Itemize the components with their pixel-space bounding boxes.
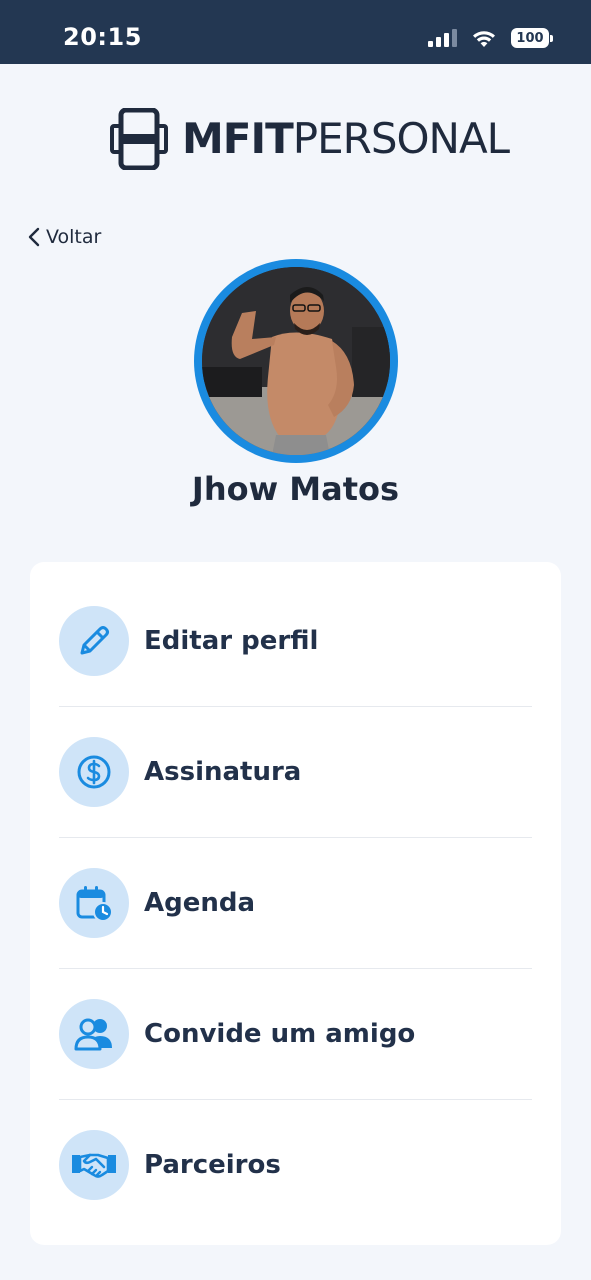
- menu-item-label: Assinatura: [144, 756, 302, 787]
- menu-icon-circle: [59, 605, 129, 676]
- avatar-ring: [194, 259, 398, 463]
- calendar-clock-icon: [76, 885, 113, 922]
- menu-icon-circle: [59, 1129, 129, 1200]
- battery-icon: 100: [511, 28, 553, 48]
- menu-icon-circle: [59, 998, 129, 1069]
- status-icons: 100: [428, 26, 553, 50]
- menu-item-subscription[interactable]: Assinatura: [59, 706, 532, 837]
- menu-item-schedule[interactable]: Agenda: [59, 837, 532, 968]
- back-button[interactable]: Voltar: [28, 226, 101, 248]
- menu-item-invite-friend[interactable]: Convide um amigo: [59, 968, 532, 1099]
- battery-level: 100: [511, 28, 549, 48]
- users-icon: [74, 1018, 112, 1050]
- brand-light: PERSONAL: [292, 114, 510, 163]
- menu-item-label: Agenda: [144, 887, 256, 918]
- menu-icon-circle: [59, 867, 129, 938]
- menu-item-label: Parceiros: [144, 1149, 281, 1180]
- menu-item-label: Editar perfil: [144, 625, 319, 656]
- handshake-icon: [72, 1153, 116, 1178]
- status-time: 20:15: [63, 23, 142, 51]
- back-label: Voltar: [46, 226, 102, 248]
- brand-logo: MFITPERSONAL: [110, 108, 510, 170]
- menu-item-partners[interactable]: Parceiros: [59, 1099, 532, 1230]
- status-bar: 20:15 100: [0, 0, 591, 64]
- brand-wordmark: MFITPERSONAL: [182, 108, 510, 170]
- menu-item-edit-profile[interactable]: Editar perfil: [59, 575, 532, 706]
- menu-icon-circle: [59, 736, 129, 807]
- dumbbell-logo-icon: [110, 108, 168, 170]
- dollar-coin-icon: [77, 755, 111, 788]
- wifi-icon: [473, 31, 495, 47]
- pencil-icon: [80, 625, 109, 654]
- cellular-signal-icon: [428, 29, 457, 47]
- profile-name: Jhow Matos: [191, 470, 400, 508]
- chevron-left-icon: [28, 227, 40, 247]
- avatar[interactable]: [202, 267, 390, 455]
- brand-bold: MFIT: [182, 114, 294, 163]
- menu-item-label: Convide um amigo: [144, 1018, 416, 1049]
- profile-photo: [202, 267, 390, 455]
- menu-card: Editar perfil Assinatura Agenda Convide …: [30, 562, 561, 1245]
